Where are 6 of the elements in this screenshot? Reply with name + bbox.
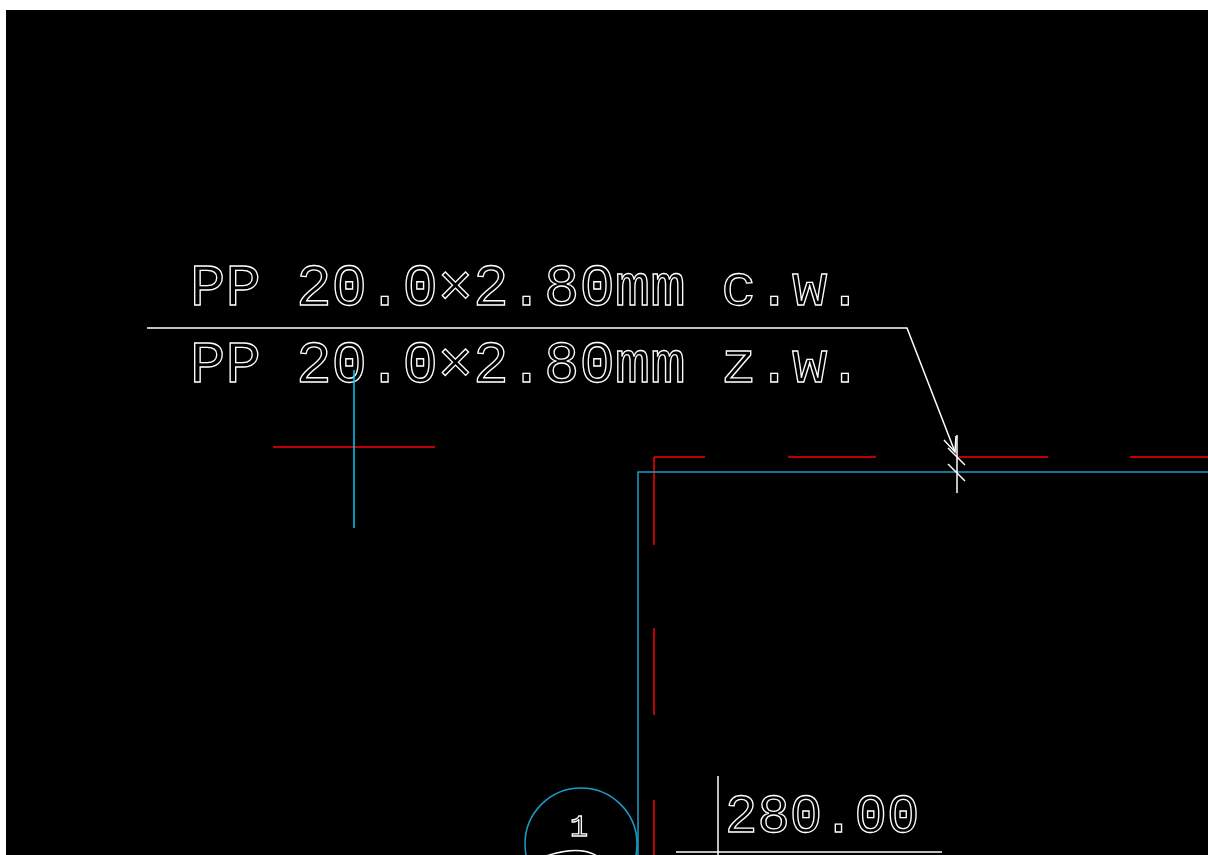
marker-label: 1 [570,811,588,845]
pipe-label: PP 20.0×2.80mm c.w. [190,256,863,323]
pipe-label: PP 20.0×2.80mm z.w. [190,333,863,400]
dimension-value: 280.00 [725,787,920,848]
drawing-canvas[interactable]: PP 20.0×2.80mm c.w. PP 20.0×2.80mm z.w. 1 280.00 [6,10,1208,855]
tick-mark [947,434,966,494]
